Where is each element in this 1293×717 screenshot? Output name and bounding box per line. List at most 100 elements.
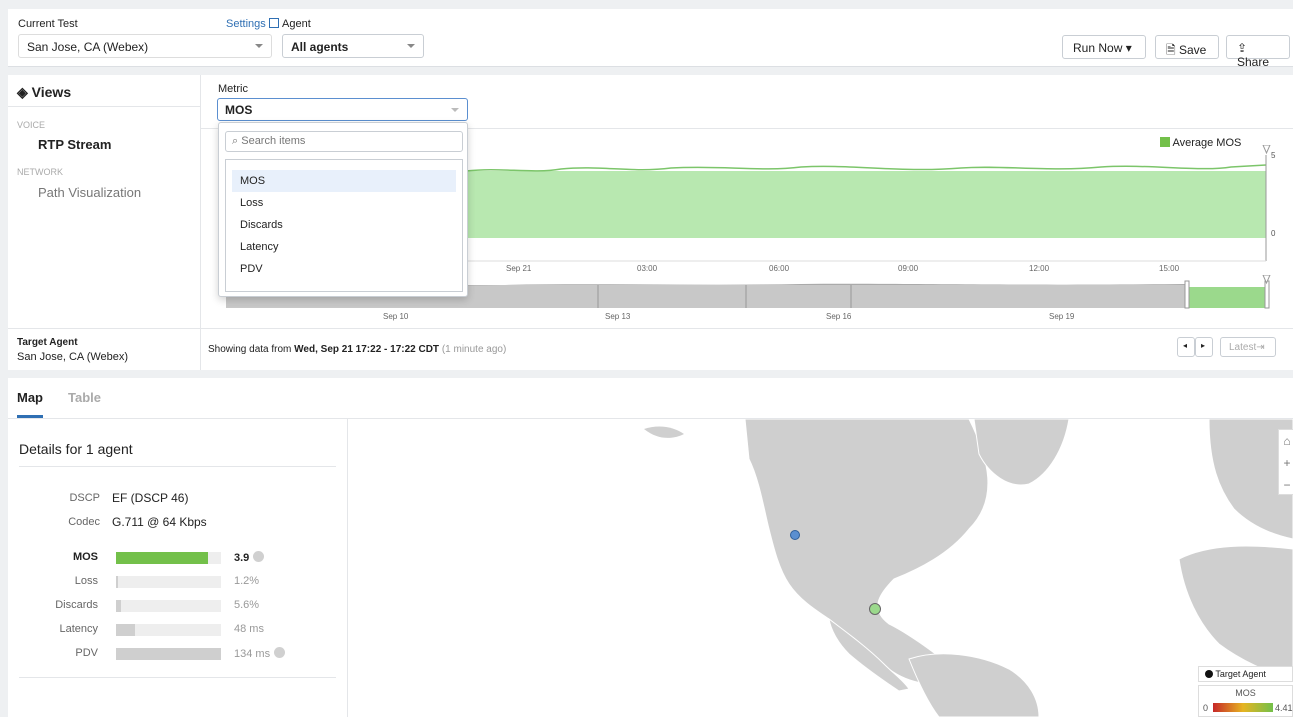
status-text: Showing data from Wed, Sep 21 17:22 - 17… <box>208 344 506 355</box>
status-suffix: (1 minute ago) <box>439 344 507 355</box>
share-label: Share <box>1237 55 1270 69</box>
timeline-tick-sep13: Sep 13 <box>605 312 631 321</box>
x-tick-1500: 15:00 <box>1159 264 1180 273</box>
target-agent-marker[interactable] <box>790 530 800 540</box>
metric-option-pdv[interactable]: PDV <box>232 258 456 280</box>
search-input[interactable]: ⌕ Search items <box>225 131 463 152</box>
map-legend-scale: MOS 0 4.41 <box>1198 685 1293 717</box>
codec-label: Codec <box>68 516 100 528</box>
selection-handle-left[interactable] <box>1184 280 1190 309</box>
x-tick-1200: 12:00 <box>1029 264 1050 273</box>
agent-marker[interactable] <box>869 603 881 615</box>
dscp-value: EF (DSCP 46) <box>112 491 189 505</box>
metric-bar-value: 1.2% <box>234 575 260 587</box>
views-header: ◈ Views <box>17 84 71 101</box>
metric-bar-value: 3.9 <box>234 551 265 564</box>
metric-bar-latency: Latency 48 ms <box>8 623 308 637</box>
y-min-label: 0 <box>1271 229 1276 238</box>
layers-icon: ◈ <box>17 84 28 100</box>
x-tick-0900: 09:00 <box>898 264 919 273</box>
status-prefix: Showing data from <box>208 344 295 355</box>
y-max-label: 5 <box>1271 151 1276 160</box>
zoom-in-icon[interactable]: + <box>1279 452 1293 474</box>
view-path-visualization[interactable]: Path Visualization <box>38 185 141 200</box>
share-button[interactable]: ⇪ Share <box>1226 35 1290 69</box>
metric-option-loss[interactable]: Loss <box>232 192 456 214</box>
search-placeholder: Search items <box>241 135 306 147</box>
tab-map[interactable]: Map <box>17 390 43 405</box>
save-button[interactable]: 🗎 Save <box>1155 35 1219 59</box>
chevron-down-icon <box>255 44 263 48</box>
prev-button[interactable]: ◂ <box>1177 337 1195 357</box>
metric-value: MOS <box>225 103 253 117</box>
world-map[interactable] <box>349 419 1293 717</box>
bottom-panel: Map Table Details for 1 agent DSCP EF (D… <box>8 378 1293 717</box>
scale-max: 4.41 <box>1275 703 1293 713</box>
dscp-label: DSCP <box>69 492 100 504</box>
x-tick-0300: 03:00 <box>637 264 658 273</box>
selection-handle-right[interactable] <box>1264 280 1270 309</box>
target-agent-dot-icon <box>1205 670 1213 678</box>
timeline-selection[interactable] <box>1188 287 1266 308</box>
latest-button[interactable]: Latest⇥ <box>1220 337 1276 357</box>
info-icon[interactable] <box>274 647 286 658</box>
target-agent-value: San Jose, CA (Webex) <box>17 351 129 363</box>
metric-bar-discards: Discards 5.6% <box>8 599 308 613</box>
agent-value: All agents <box>291 40 349 54</box>
current-test-select[interactable]: San Jose, CA (Webex) <box>18 34 272 58</box>
agent-label: Agent <box>282 18 311 30</box>
metric-select[interactable]: MOS <box>217 98 468 121</box>
metric-bar-label: Latency <box>59 623 98 635</box>
metric-bar-loss: Loss 1.2% <box>8 575 308 589</box>
home-icon[interactable]: ⌂ <box>1279 430 1293 452</box>
time-marker-icon[interactable] <box>1262 145 1271 155</box>
views-title: Views <box>31 84 72 100</box>
metric-option-discards[interactable]: Discards <box>232 214 456 236</box>
current-test-label: Current Test <box>18 18 78 30</box>
info-icon[interactable] <box>253 551 265 562</box>
map-legend-target-label: Target Agent <box>1215 669 1266 679</box>
metric-option-latency[interactable]: Latency <box>232 236 456 258</box>
metric-bar-value: 48 ms <box>234 623 264 635</box>
codec-value: G.711 @ 64 Kbps <box>112 515 207 529</box>
agent-select[interactable]: All agents <box>282 34 424 58</box>
metric-dropdown: ⌕ Search items MOS Loss Discards Latency… <box>218 122 468 297</box>
settings-link[interactable]: Settings <box>226 18 279 30</box>
mos-line <box>465 164 1267 172</box>
metric-bar-fill <box>116 624 135 636</box>
map-controls: ⌂ + − <box>1278 429 1293 495</box>
metric-option-mos[interactable]: MOS <box>232 170 456 192</box>
views-group-voice: VOICE <box>17 120 46 130</box>
external-link-icon <box>268 18 279 28</box>
metric-bar-label: Discards <box>55 599 98 611</box>
x-tick-0600: 06:00 <box>769 264 790 273</box>
tab-table[interactable]: Table <box>68 390 101 405</box>
caret-left-icon: ◂ <box>1183 341 1188 350</box>
current-test-value: San Jose, CA (Webex) <box>27 40 149 54</box>
metric-bar-fill <box>116 600 122 612</box>
target-agent-label: Target Agent <box>17 337 78 348</box>
metric-bar-fill <box>116 552 209 564</box>
zoom-out-icon[interactable]: − <box>1279 474 1293 496</box>
top-bar: Current Test San Jose, CA (Webex) Settin… <box>8 9 1293 69</box>
run-now-button[interactable]: Run Now ▾ <box>1062 35 1146 59</box>
metric-bar-label: MOS <box>72 551 98 563</box>
metric-bar-value: 134 ms <box>234 647 286 660</box>
metric-bar-mos: MOS 3.9 <box>8 551 308 565</box>
metric-bar-label: PDV <box>75 647 98 659</box>
timeline-tick-sep16: Sep 16 <box>826 312 852 321</box>
views-group-network: NETWORK <box>17 167 63 177</box>
chevron-down-icon <box>407 44 415 48</box>
next-button[interactable]: ▸ <box>1195 337 1213 357</box>
save-icon: 🗎 <box>1166 43 1176 57</box>
run-now-label: Run Now <box>1073 41 1123 55</box>
scale-gradient <box>1213 703 1273 712</box>
caret-down-icon: ▾ <box>1125 41 1132 55</box>
map-legend-target: Target Agent <box>1198 666 1293 682</box>
metric-bar-fill <box>116 576 119 588</box>
scale-title: MOS <box>1235 688 1256 698</box>
details-panel: Details for 1 agent DSCP EF (DSCP 46) Co… <box>8 419 348 717</box>
scale-min: 0 <box>1203 703 1209 713</box>
view-rtp-stream[interactable]: RTP Stream <box>38 137 111 152</box>
timeline-tick-sep19: Sep 19 <box>1049 312 1075 321</box>
